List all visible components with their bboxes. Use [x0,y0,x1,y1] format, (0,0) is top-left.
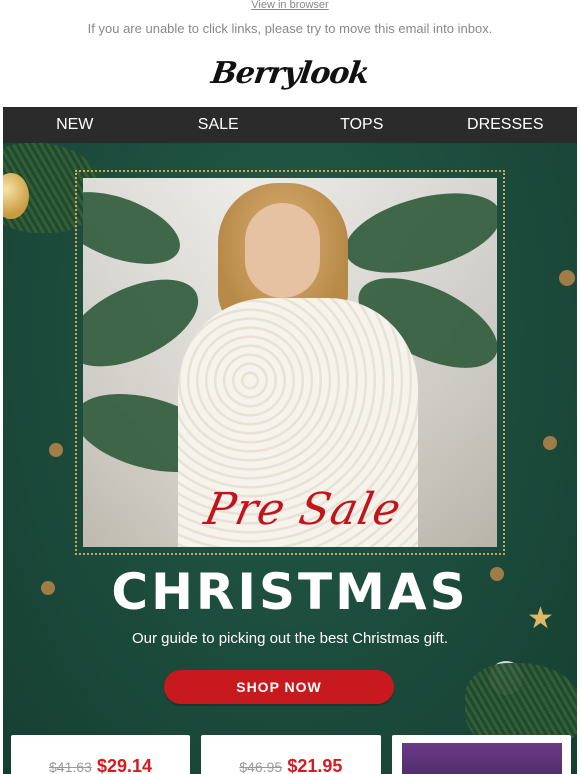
nav-item-tops[interactable]: TOPS [290,107,434,143]
christmas-hero-banner[interactable]: Pre Sale CHRISTMAS Our guide to picking … [3,143,577,774]
star-icon: ★ [527,602,554,635]
product-grid: $41.63 $29.14 $46.95 $21.95 [11,735,571,774]
original-price: $41.63 [49,759,92,774]
product-thumbnail [401,743,562,774]
nav-item-sale[interactable]: SALE [147,107,291,143]
hero-subtitle: Our guide to picking out the best Christ… [132,630,448,647]
model-photo-frame[interactable]: Pre Sale [75,170,505,555]
bokeh-dot [49,443,63,457]
sale-price: $21.95 [287,756,343,774]
nav-item-dresses[interactable]: DRESSES [434,107,578,143]
bokeh-dot [543,436,557,450]
product-card[interactable]: $41.63 $29.14 [11,735,191,774]
berrylook-logo[interactable]: Berrylook [0,56,580,91]
bokeh-dot [559,270,575,286]
sale-price: $29.14 [97,756,153,774]
model-photo: Pre Sale [83,178,497,547]
inbox-notice: If you are unable to click links, please… [87,21,493,36]
hero-headline: CHRISTMAS [111,563,469,621]
pre-sale-overlay-text: Pre Sale [200,484,406,535]
nav-item-new[interactable]: NEW [3,107,147,143]
main-nav: NEW SALE TOPS DRESSES [3,107,577,143]
original-price: $46.95 [239,759,283,774]
view-in-browser-link[interactable]: View in browser [0,0,580,11]
product-card[interactable] [391,735,571,774]
product-card[interactable]: $46.95 $21.95 [201,735,381,774]
shop-now-button[interactable]: SHOP NOW [164,670,394,704]
email-preheader: View in browser If you are unable to cli… [0,0,580,50]
